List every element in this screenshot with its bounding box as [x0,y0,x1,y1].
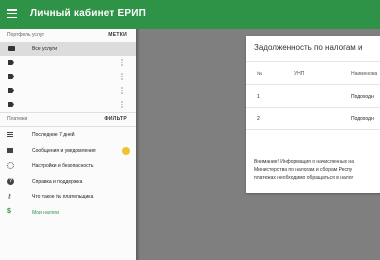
row-number: 2 [257,116,260,122]
divider [246,129,380,130]
tags-button[interactable]: МЕТКИ [108,32,127,38]
sidebar-item-tag[interactable] [0,98,136,112]
row-name: Подоходн [351,116,374,122]
emoji-icon [122,146,130,155]
gear-icon [7,162,14,169]
mail-icon [7,147,13,153]
help-icon: ? [7,177,14,185]
top-app-bar: Личный кабинет ЕРИП [0,0,380,29]
portfolio-section-header: Портфель услуг МЕТКИ [0,29,136,42]
sidebar-item-label: Справка и поддержка [32,178,83,185]
sidebar-item-messages[interactable]: Сообщения и уведомления [0,143,136,159]
payments-section-header: Платежи ФИЛЬТР [0,113,136,126]
key-icon: ⚷ [7,194,12,200]
sidebar-item-label: Настройки и безопасность [32,163,94,169]
sidebar-item-tag[interactable] [0,56,136,70]
notice-line: платежах необходимо обращаться в налог [254,175,354,181]
sidebar-item-tag[interactable] [0,70,136,84]
divider [246,61,380,62]
column-header-number: № [257,71,263,77]
column-header-unp: УНП [294,71,305,77]
dollar-icon: $ [7,207,11,215]
filter-button[interactable]: ФИЛЬТР [104,116,127,122]
sidebar-item-label: Все услуги [32,46,57,52]
sidebar-item-label: Что такое № плательщика [32,194,94,200]
sidebar-shadow [136,29,140,260]
drag-handle-icon[interactable] [121,101,124,108]
column-header-name: Наименова [351,71,378,77]
divider [246,107,380,108]
row-name: Подоходн [351,94,374,100]
card-title: Задолженность по налогам и [254,43,363,52]
sidebar: Портфель услуг МЕТКИ Все услуги Платежи … [0,29,136,260]
drag-handle-icon[interactable] [121,87,124,94]
briefcase-icon [8,46,15,51]
sidebar-item-last-7-days[interactable]: Последние 7 дней [0,127,136,143]
sidebar-item-payer-number[interactable]: ⚷ Что такое № плательщика [0,189,136,205]
sidebar-item-label: Последние 7 дней [32,132,75,138]
list-icon [7,132,13,138]
sidebar-item-tag[interactable] [0,84,136,98]
sidebar-item-label: Сообщения и уведомления [32,147,96,154]
app-title: Личный кабинет ЕРИП [30,8,147,19]
payments-heading: Платежи [7,116,28,122]
drag-handle-icon[interactable] [121,59,124,66]
notice-line: Внимание! Информация о начисленных на [254,159,354,165]
notice-line: Министерства по налогам и сборам Респу [254,167,353,173]
tag-icon [8,102,14,107]
notice-text: Внимание! Информация о начисленных на Ми… [254,158,380,182]
sidebar-item-settings[interactable]: Настройки и безопасность [0,158,136,174]
sidebar-item-all-services[interactable]: Все услуги [0,42,136,56]
portfolio-heading: Портфель услуг [7,32,45,38]
tax-debt-card: Задолженность по налогам и № УНП Наимено… [246,36,380,193]
hamburger-icon[interactable] [7,9,17,19]
tag-icon [8,60,14,65]
divider [246,84,380,85]
tag-icon [8,74,14,79]
sidebar-item-label: Мои налоги [32,209,60,216]
row-number: 1 [257,94,260,100]
drag-handle-icon[interactable] [121,73,124,80]
tag-icon [8,88,14,93]
sidebar-item-my-taxes[interactable]: $ Мои налоги [0,205,136,221]
sidebar-item-help[interactable]: ? Справка и поддержка [0,174,136,190]
